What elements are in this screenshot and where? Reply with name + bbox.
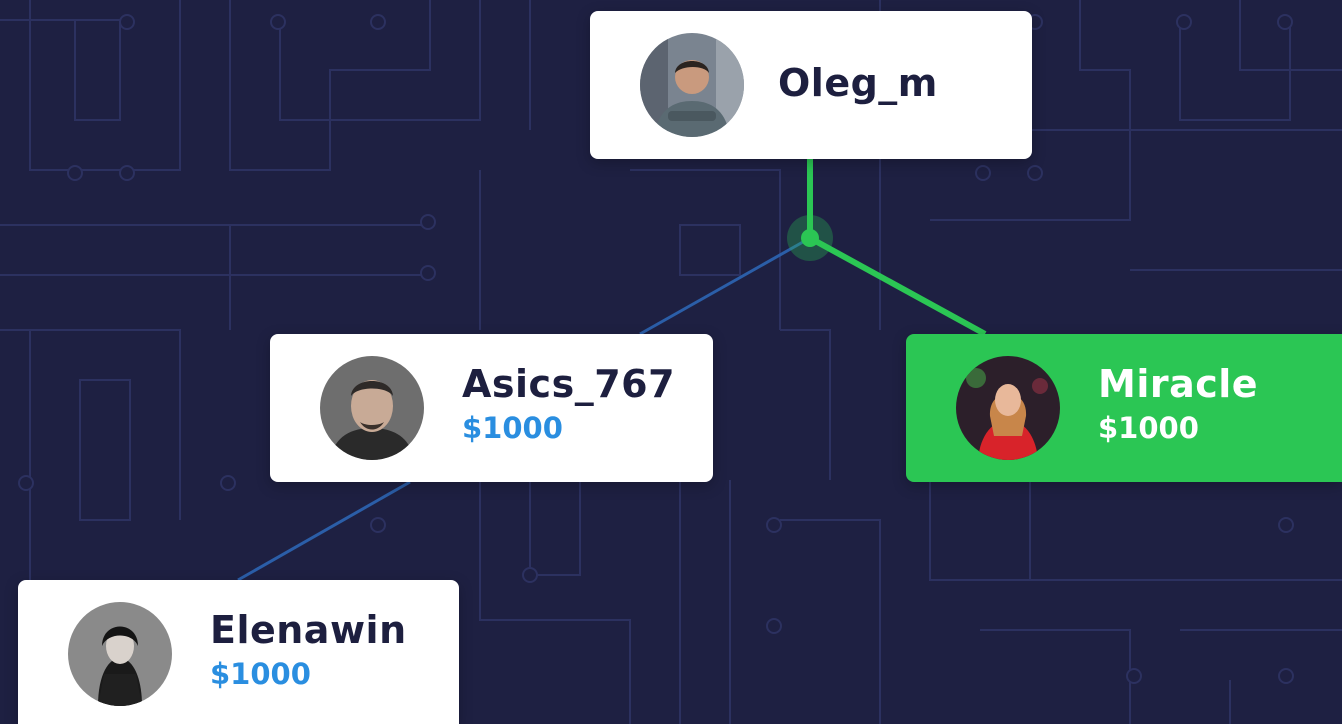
- link-asics-elenawin: [237, 480, 411, 582]
- node-name: Elenawin: [210, 608, 407, 652]
- node-elenawin[interactable]: Elenawin $1000: [18, 580, 459, 724]
- node-amount: $1000: [462, 411, 563, 445]
- node-asics[interactable]: Asics_767 $1000: [270, 334, 713, 482]
- junction-dot[interactable]: [801, 229, 819, 247]
- node-name: Miracle: [1098, 362, 1259, 406]
- link-junction-asics: [639, 236, 811, 336]
- node-amount: $1000: [1098, 411, 1199, 445]
- user-avatar-icon: [320, 356, 424, 460]
- node-name: Asics_767: [462, 362, 676, 406]
- user-avatar-icon: [956, 356, 1060, 460]
- node-amount: $1000: [210, 657, 311, 691]
- link-junction-miracle: [808, 235, 987, 337]
- node-oleg[interactable]: Oleg_m: [590, 11, 1032, 159]
- user-avatar-icon: [68, 602, 172, 706]
- user-avatar-icon: [640, 33, 744, 137]
- node-miracle[interactable]: Miracle $1000: [906, 334, 1342, 482]
- node-name: Oleg_m: [778, 61, 938, 105]
